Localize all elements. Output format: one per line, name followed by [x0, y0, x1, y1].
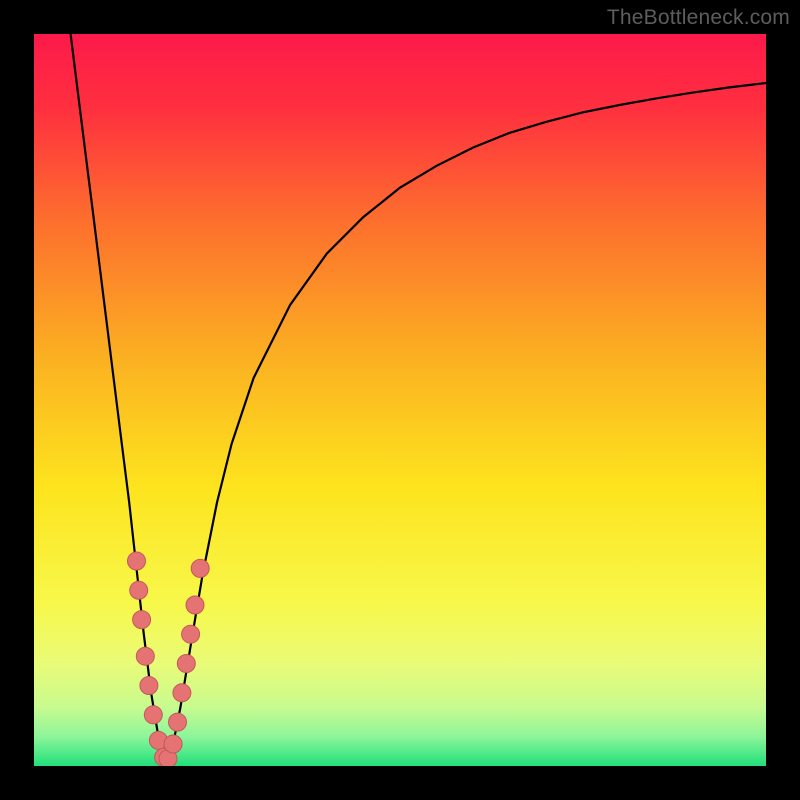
data-dot: [144, 706, 162, 724]
data-dot: [130, 581, 148, 599]
curve-layer: [34, 34, 766, 766]
data-dot: [186, 596, 204, 614]
data-dot: [136, 647, 154, 665]
bottleneck-curve: [71, 34, 766, 766]
chart-frame: TheBottleneck.com: [0, 0, 800, 800]
watermark-text: TheBottleneck.com: [607, 6, 790, 30]
data-dot: [133, 611, 151, 629]
data-dot: [169, 713, 187, 731]
data-dot: [182, 625, 200, 643]
data-dot: [164, 735, 182, 753]
data-dot: [173, 684, 191, 702]
data-dots: [128, 552, 210, 766]
data-dot: [191, 559, 209, 577]
plot-area: [34, 34, 766, 766]
data-dot: [128, 552, 146, 570]
data-dot: [140, 677, 158, 695]
data-dot: [177, 655, 195, 673]
